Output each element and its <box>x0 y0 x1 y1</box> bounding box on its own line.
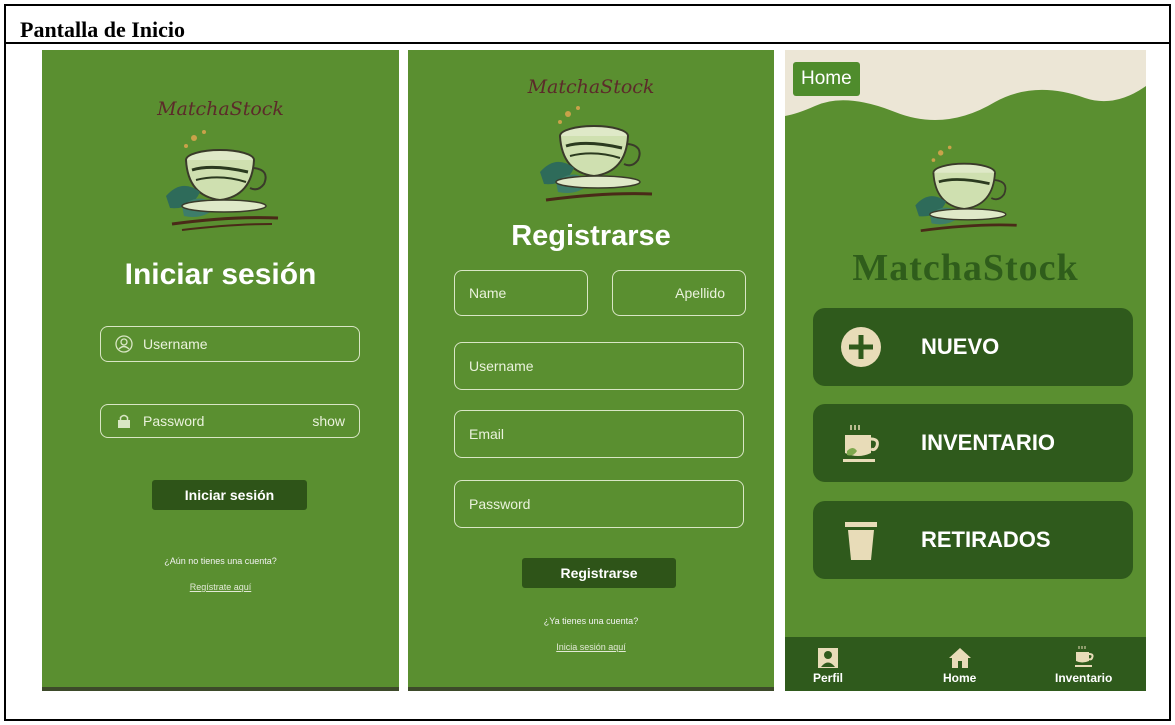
password-placeholder: Password <box>143 413 205 429</box>
page-title: Pantalla de Inicio <box>20 17 186 42</box>
nav-home[interactable]: Home <box>943 647 976 685</box>
tea-cup-icon <box>1074 646 1094 667</box>
profile-icon <box>818 648 838 668</box>
menu-nuevo-label: NUEVO <box>921 334 1000 359</box>
nav-perfil-label: Perfil <box>813 671 844 685</box>
name-input[interactable]: Name <box>454 270 588 316</box>
house-icon <box>948 648 971 668</box>
matcha-cup-icon <box>166 130 279 231</box>
menu-inventario-button[interactable]: INVENTARIO <box>813 404 1133 482</box>
username-placeholder: Username <box>469 358 534 374</box>
nav-inventario-label: Inventario <box>1055 671 1113 685</box>
brand-logo-text: MatchaStock <box>527 76 655 98</box>
name-placeholder: Name <box>469 285 507 301</box>
show-password-toggle[interactable]: show <box>312 413 345 429</box>
matcha-cup-icon <box>540 106 653 202</box>
home-chip: Home <box>793 62 860 96</box>
brand-logo-text: MatchaStock <box>157 98 284 120</box>
register-screen: MatchaStock Registrarse Name Apellido Us… <box>408 50 774 691</box>
nav-perfil[interactable]: Perfil <box>813 647 843 685</box>
menu-retirados-button[interactable]: RETIRADOS <box>813 501 1133 579</box>
username-input[interactable]: Username <box>100 326 360 362</box>
lock-icon <box>118 414 130 428</box>
brand-title: MatchaStock <box>852 247 1079 289</box>
email-input[interactable]: Email <box>454 410 744 458</box>
lastname-input[interactable]: Apellido <box>612 270 746 316</box>
screen-bottom-bar <box>408 687 774 691</box>
password-input[interactable]: Password show <box>100 404 360 438</box>
password-input[interactable]: Password <box>454 480 744 528</box>
nav-inventario[interactable]: Inventario <box>1055 645 1112 685</box>
nav-home-label: Home <box>943 671 977 685</box>
login-link[interactable]: Inicia sesión aquí <box>408 642 774 652</box>
username-input[interactable]: Username <box>454 342 744 390</box>
username-placeholder: Username <box>143 336 208 352</box>
trash-icon <box>845 522 877 560</box>
menu-retirados-label: RETIRADOS <box>921 527 1051 552</box>
login-button[interactable]: Iniciar sesión <box>152 480 307 510</box>
register-title: Registrarse <box>511 220 671 252</box>
screen-bottom-bar <box>42 687 399 691</box>
password-placeholder: Password <box>469 496 531 512</box>
menu-inventario-label: INVENTARIO <box>921 430 1056 455</box>
have-account-text: ¿Ya tienes una cuenta? <box>543 616 639 626</box>
tea-cup-icon <box>843 425 879 462</box>
lastname-placeholder: Apellido <box>675 285 725 301</box>
home-screen: Home MatchaStock NUEVO INVENTARIO RETIRA… <box>785 50 1146 691</box>
plus-circle-icon <box>841 327 881 367</box>
user-circle-icon <box>115 335 133 353</box>
email-placeholder: Email <box>469 426 505 442</box>
no-account-text: ¿Aún no tienes una cuenta? <box>164 556 277 566</box>
bottom-nav: Perfil Home Inventario <box>785 637 1146 691</box>
header-row: Pantalla de Inicio <box>6 6 1169 44</box>
register-button[interactable]: Registrarse <box>522 558 676 588</box>
login-screen: MatchaStock Iniciar sesión Username Pass… <box>42 50 399 691</box>
matcha-cup-icon <box>915 145 1017 233</box>
login-title: Iniciar sesión <box>124 258 317 291</box>
register-link[interactable]: Regístrate aquí <box>42 582 399 592</box>
menu-nuevo-button[interactable]: NUEVO <box>813 308 1133 386</box>
